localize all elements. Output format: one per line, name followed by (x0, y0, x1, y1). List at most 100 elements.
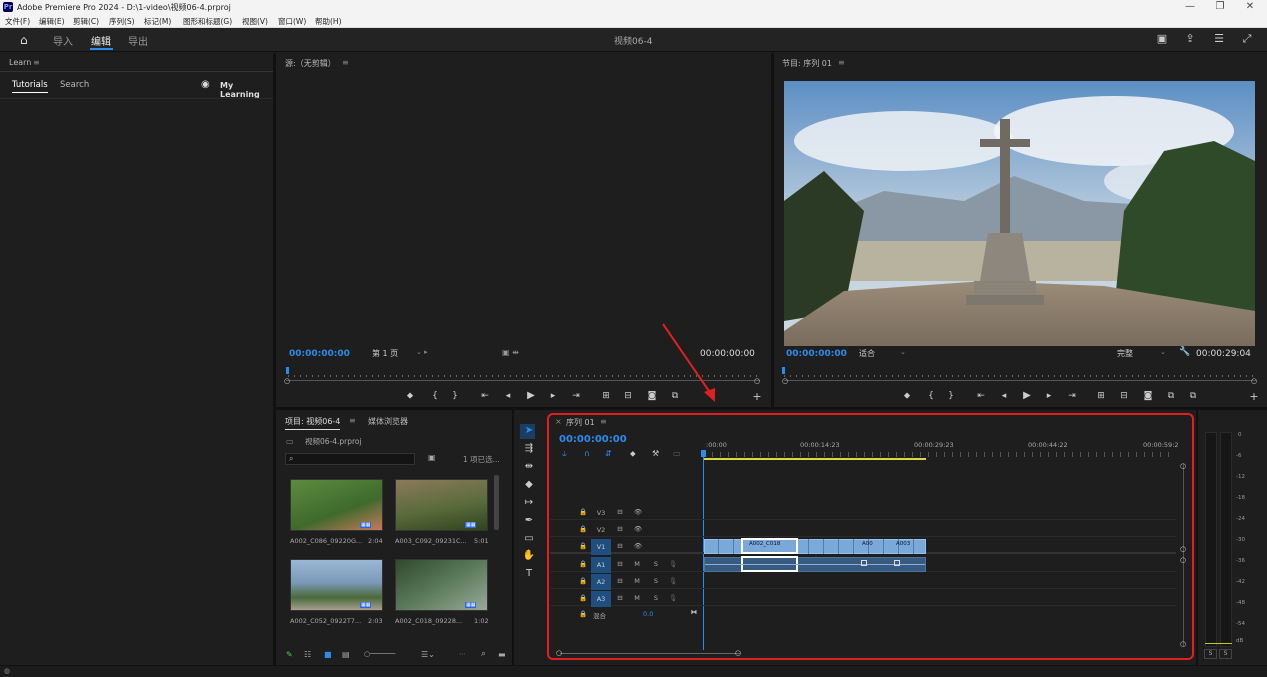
sync-lock-icon[interactable]: ⊟ (615, 594, 625, 602)
go-to-in-icon[interactable]: ⇤ (478, 391, 492, 401)
keyframe-icon[interactable] (894, 560, 900, 566)
mark-in-icon[interactable]: { (924, 391, 938, 401)
menu-clip[interactable]: 剪辑(C) (73, 16, 99, 27)
play-icon[interactable]: ▶ (524, 390, 538, 401)
close-icon[interactable]: × (555, 417, 562, 426)
menu-view[interactable]: 视图(V) (242, 16, 268, 27)
scroll-handle-icon[interactable]: ○ (782, 377, 788, 385)
scroll-handle-icon[interactable]: ○ (284, 377, 290, 385)
timeline-ruler[interactable] (704, 452, 1176, 457)
slip-tool-icon[interactable]: ↦ (522, 497, 536, 508)
playhead-icon[interactable] (782, 367, 785, 374)
sync-lock-icon[interactable]: ⊟ (615, 577, 625, 585)
scroll-handle-icon[interactable]: ○ (1180, 462, 1186, 470)
snap-icon[interactable]: ∩ (584, 449, 590, 458)
menu-edit[interactable]: 编辑(E) (39, 16, 65, 27)
add-button-icon[interactable]: + (1247, 390, 1261, 403)
insert-icon[interactable]: ⊞ (599, 391, 613, 401)
overwrite-icon[interactable]: ⊟ (621, 391, 635, 401)
lock-icon[interactable]: 🔒 (578, 577, 588, 585)
settings-icon[interactable]: ▣ ⇹ (502, 348, 519, 357)
close-icon[interactable]: ✕ (1238, 1, 1262, 12)
scroll-handle-icon[interactable]: ○ (754, 377, 760, 385)
step-forward-icon[interactable]: ▸ (546, 391, 560, 401)
eye-icon[interactable]: 👁 (633, 525, 643, 533)
freeform-view-icon[interactable]: ▤ (342, 650, 350, 659)
pencil-icon[interactable]: ✎ (286, 650, 293, 659)
panel-menu-icon[interactable]: ≡ (342, 58, 349, 67)
sort-icon[interactable]: ☰⌄ (421, 650, 435, 659)
lock-icon[interactable]: 🔒 (578, 542, 588, 550)
scroll-handle-icon[interactable]: ○ (1180, 556, 1186, 564)
solo-left-button[interactable]: S (1204, 649, 1217, 659)
lock-icon[interactable]: 🔒 (578, 525, 588, 533)
chevron-down-icon[interactable]: ⌄ (1160, 348, 1166, 356)
home-icon[interactable]: ⌂ (20, 33, 28, 47)
solo-right-button[interactable]: S (1219, 649, 1232, 659)
playhead-icon[interactable] (286, 367, 289, 374)
add-button-icon[interactable]: + (750, 390, 764, 403)
track-label-a3[interactable]: A3 (591, 591, 611, 607)
find-icon[interactable]: ⌕ (481, 649, 486, 659)
mic-icon[interactable]: 🎙 (668, 594, 678, 602)
tab-export[interactable]: 导出 (128, 33, 148, 48)
comparison-view-icon[interactable]: ⧉ (1164, 391, 1178, 401)
solo-button[interactable]: S (651, 560, 661, 568)
panel-menu-icon[interactable]: ≡ (349, 416, 356, 425)
add-marker-icon[interactable]: ⬥ (900, 391, 914, 401)
go-to-out-icon[interactable]: ⇥ (569, 391, 583, 401)
chevron-down-icon[interactable]: ⌄ ▸ (416, 348, 428, 356)
eye-icon[interactable]: 👁 (633, 508, 643, 516)
hand-tool-icon[interactable]: ✋ (522, 550, 536, 561)
track-select-tool-icon[interactable]: ⇶ (522, 443, 536, 454)
page-select[interactable]: 第 1 页 (372, 348, 398, 359)
type-tool-icon[interactable]: T (522, 568, 536, 579)
project-scrollbar[interactable] (494, 475, 499, 530)
new-bin-icon[interactable]: ▬ (498, 650, 506, 659)
track-label-v2[interactable]: V2 (593, 526, 609, 534)
lock-icon[interactable]: 🔒 (578, 508, 588, 516)
panel-menu-icon[interactable]: ≡ (838, 58, 845, 67)
panel-menu-icon[interactable]: ≡ (600, 417, 607, 426)
horizontal-scrollbar[interactable] (560, 653, 740, 654)
icon-view-icon[interactable]: ■ (324, 650, 332, 659)
program-scrollbar[interactable] (784, 380, 1256, 381)
mic-icon[interactable]: 🎙 (668, 560, 678, 568)
mute-button[interactable]: M (632, 560, 642, 568)
list-view-icon[interactable]: ☷ (304, 650, 311, 659)
program-ruler[interactable] (784, 375, 1254, 377)
minimize-icon[interactable]: — (1178, 1, 1202, 12)
keyframe-icon[interactable] (861, 560, 867, 566)
ripple-edit-tool-icon[interactable]: ⇹ (522, 461, 536, 472)
mute-button[interactable]: M (632, 577, 642, 585)
razor-tool-icon[interactable]: ◆ (522, 479, 536, 490)
tab-search[interactable]: Search (60, 80, 89, 90)
lock-icon[interactable]: 🔒 (578, 560, 588, 568)
status-icon[interactable]: ◍ (4, 667, 10, 675)
lock-icon[interactable]: 🔒 (578, 610, 588, 618)
captions-icon[interactable]: ▭ (673, 449, 681, 458)
menu-window[interactable]: 窗口(W) (278, 16, 306, 27)
tab-media-browser[interactable]: 媒体浏览器 (368, 416, 408, 427)
mark-out-icon[interactable]: } (448, 391, 462, 401)
pen-tool-icon[interactable]: ✒ (522, 515, 536, 526)
scroll-handle-icon[interactable]: ○ (1180, 545, 1186, 553)
new-bin-icon[interactable]: ▣ (428, 453, 436, 462)
track-label-a2[interactable]: A2 (591, 574, 611, 590)
mark-out-icon[interactable]: } (944, 391, 958, 401)
selection-tool-icon[interactable]: ➤ (522, 425, 536, 436)
play-icon[interactable]: ▶ (1020, 390, 1034, 401)
quick-export-icon[interactable]: ▣ (1155, 32, 1169, 46)
panel-menu-icon[interactable]: ≡ (33, 58, 40, 67)
search-input[interactable]: ⌕ (285, 453, 415, 465)
lock-icon[interactable]: 🔒 (578, 594, 588, 602)
track-label-v1[interactable]: V1 (591, 539, 611, 555)
my-learning-link[interactable]: My Learning (220, 81, 273, 99)
user-icon[interactable]: ◉ (201, 79, 210, 90)
sync-lock-icon[interactable]: ⊟ (615, 542, 625, 550)
wrench-icon[interactable]: ⚒ (652, 449, 659, 458)
solo-button[interactable]: S (651, 594, 661, 602)
eye-icon[interactable]: 👁 (633, 542, 643, 550)
timeline-timecode[interactable]: 00:00:00:00 (559, 434, 627, 445)
workspaces-icon[interactable]: ☰ (1212, 32, 1226, 46)
